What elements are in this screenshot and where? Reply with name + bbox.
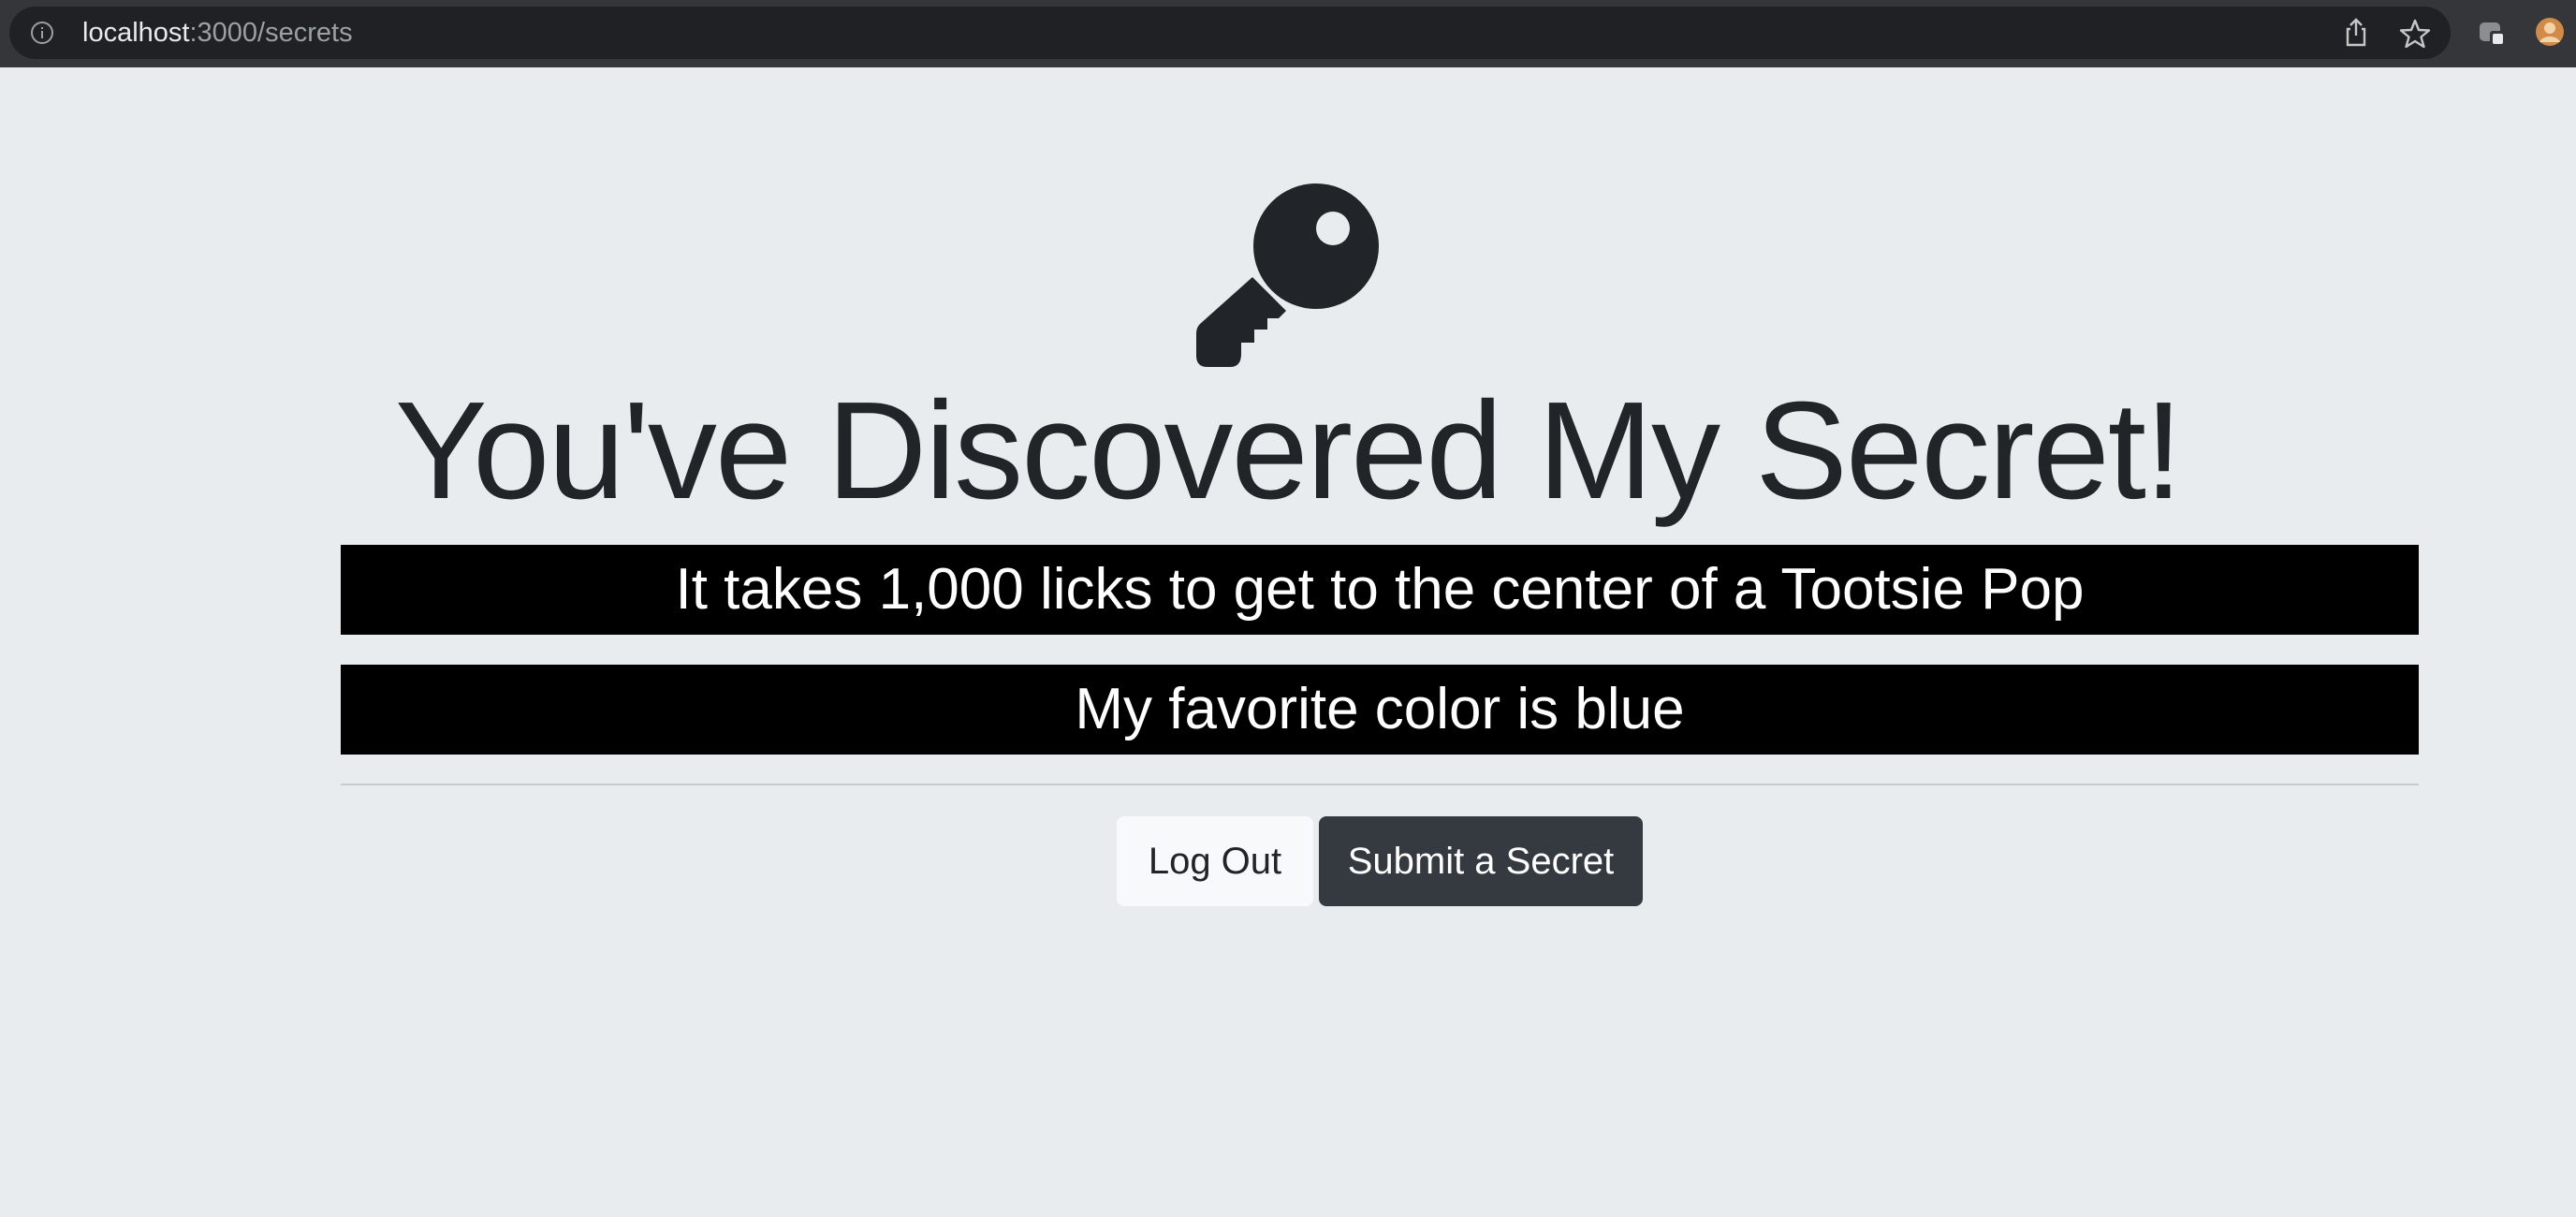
profile-avatar-icon[interactable] xyxy=(2533,15,2567,49)
url-text[interactable]: localhost:3000/secrets xyxy=(82,7,353,59)
divider xyxy=(341,784,2419,785)
page-title: You've Discovered My Secret! xyxy=(394,374,2183,528)
page-content: You've Discovered My Secret! It takes 1,… xyxy=(0,67,2576,1217)
secret-item: My favorite color is blue xyxy=(341,665,2419,755)
info-icon[interactable] xyxy=(30,21,54,45)
secret-item: It takes 1,000 licks to get to the cente… xyxy=(341,545,2419,635)
share-icon[interactable] xyxy=(2340,17,2372,49)
extension-icon[interactable] xyxy=(2477,17,2509,49)
url-host: localhost xyxy=(82,18,190,48)
key-icon xyxy=(1196,183,1379,367)
address-bar[interactable]: localhost:3000/secrets xyxy=(9,7,2451,59)
browser-toolbar: localhost:3000/secrets xyxy=(0,0,2576,67)
submit-secret-button[interactable]: Submit a Secret xyxy=(1319,816,1643,906)
log-out-button[interactable]: Log Out xyxy=(1117,816,1313,906)
url-path: :3000/secrets xyxy=(189,18,353,48)
star-icon[interactable] xyxy=(2398,17,2432,51)
